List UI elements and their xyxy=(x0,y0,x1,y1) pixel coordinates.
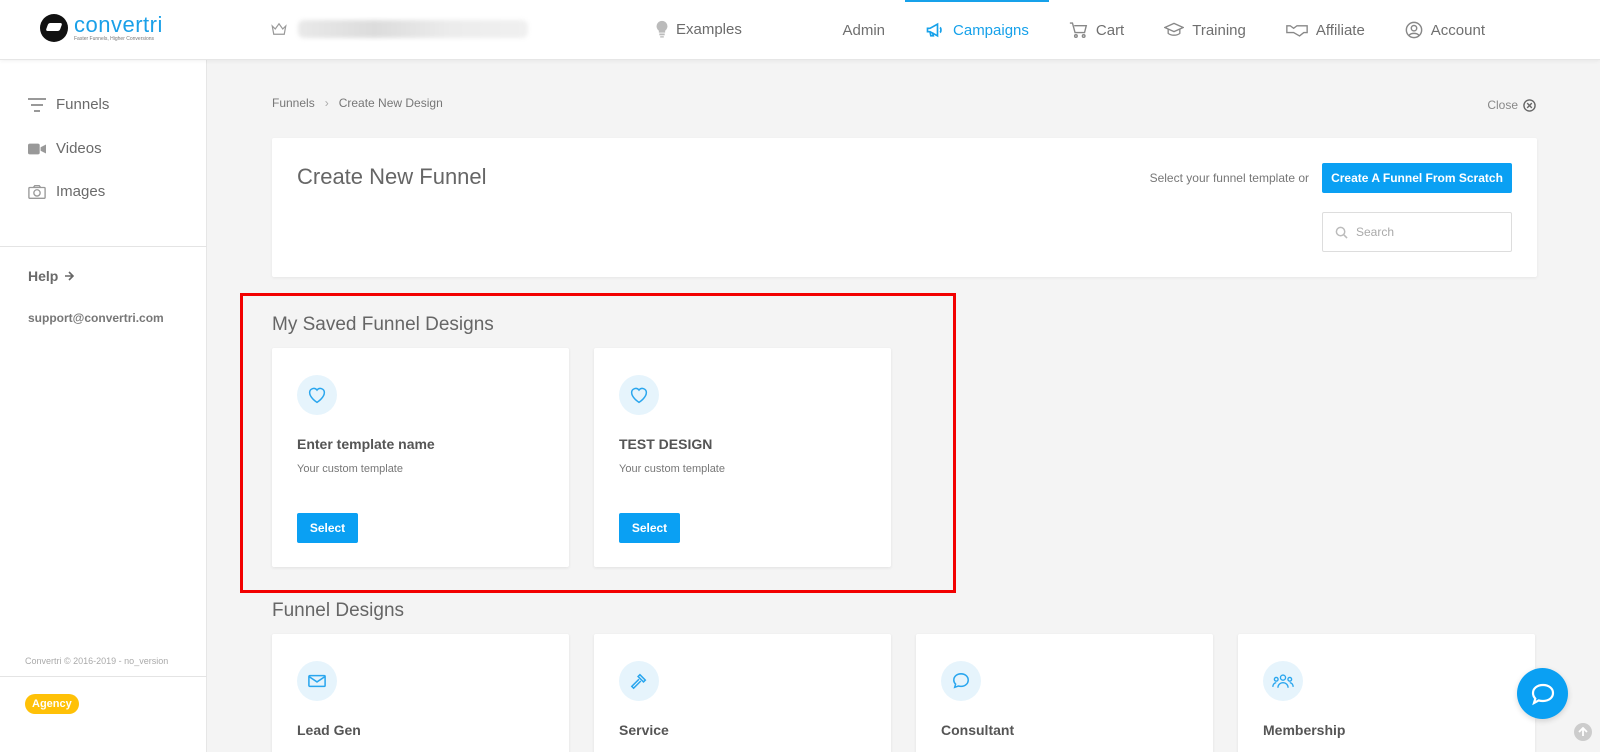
support-email[interactable]: support@convertri.com xyxy=(28,311,164,325)
chevron-right-icon: › xyxy=(324,96,329,110)
examples-link[interactable]: Examples xyxy=(654,20,742,38)
user-circle-icon xyxy=(1405,21,1423,39)
breadcrumb-funnels[interactable]: Funnels xyxy=(272,96,315,110)
help-label: Help xyxy=(28,268,59,284)
close-circle-icon xyxy=(1523,98,1536,112)
nav-admin[interactable]: Admin xyxy=(822,0,905,60)
design-name: Membership xyxy=(1263,722,1346,738)
crown-icon xyxy=(271,22,287,35)
top-bar: convertri Faster Funnels, Higher Convers… xyxy=(0,0,1600,60)
create-from-scratch-button[interactable]: Create A Funnel From Scratch xyxy=(1322,163,1512,193)
plan-badge: Agency xyxy=(25,694,79,714)
arrow-right-icon xyxy=(65,271,75,281)
nav-account-label: Account xyxy=(1430,21,1485,39)
arrow-up-icon xyxy=(1578,727,1588,736)
hammer-icon xyxy=(619,661,659,701)
design-name: Lead Gen xyxy=(297,722,361,738)
chat-icon xyxy=(941,661,981,701)
highlight-box xyxy=(240,293,956,593)
design-card-lead-gen[interactable]: Lead Gen xyxy=(272,634,569,752)
handshake-icon xyxy=(1286,25,1308,37)
scroll-to-top-button[interactable] xyxy=(1574,723,1592,741)
nav-affiliate[interactable]: Affiliate xyxy=(1266,0,1385,60)
megaphone-icon xyxy=(926,22,942,38)
workspace-selector[interactable] xyxy=(270,20,528,38)
nav-cart[interactable]: Cart xyxy=(1049,0,1144,60)
nav-affiliate-label: Affiliate xyxy=(1315,21,1365,39)
lightbulb-icon xyxy=(656,20,668,38)
design-name: Service xyxy=(619,722,669,738)
nav-training-label: Training xyxy=(1192,21,1246,39)
camera-icon xyxy=(28,184,46,199)
chat-bubble-icon xyxy=(1531,683,1554,705)
search-input[interactable] xyxy=(1356,225,1496,239)
template-hint: Select your funnel template or xyxy=(1149,171,1309,185)
sidebar-divider xyxy=(0,676,207,677)
examples-label: Examples xyxy=(676,20,742,38)
design-card-consultant[interactable]: Consultant xyxy=(916,634,1213,752)
sidebar-item-label: Funnels xyxy=(56,96,110,113)
sidebar-divider xyxy=(0,246,207,247)
nav-campaigns[interactable]: Campaigns xyxy=(905,0,1049,60)
logo-mark-icon xyxy=(40,14,68,42)
envelope-icon xyxy=(297,661,337,701)
brand-name: convertri xyxy=(74,11,163,37)
help-link[interactable]: Help xyxy=(28,268,75,284)
sidebar-item-images[interactable]: Images xyxy=(28,183,105,200)
copyright-text: Convertri © 2016-2019 - no_version xyxy=(25,656,169,666)
design-card-service[interactable]: Service xyxy=(594,634,891,752)
page-title: Create New Funnel xyxy=(297,164,487,189)
design-name: Consultant xyxy=(941,722,1015,738)
sidebar: Funnels Videos Images Help support@conve… xyxy=(0,60,207,752)
nav-account[interactable]: Account xyxy=(1385,0,1505,60)
funnel-designs-title: Funnel Designs xyxy=(272,600,405,621)
funnel-icon xyxy=(28,97,46,112)
users-icon xyxy=(1263,661,1303,701)
brand-logo[interactable]: convertri Faster Funnels, Higher Convers… xyxy=(40,11,163,42)
video-icon xyxy=(28,143,46,154)
nav-campaigns-label: Campaigns xyxy=(953,21,1029,39)
cart-icon xyxy=(1069,22,1088,39)
nav-admin-label: Admin xyxy=(842,21,886,39)
search-icon xyxy=(1335,226,1348,239)
sidebar-item-label: Videos xyxy=(56,140,102,157)
sidebar-item-label: Images xyxy=(56,183,106,200)
sidebar-item-funnels[interactable]: Funnels xyxy=(28,96,109,113)
sidebar-item-videos[interactable]: Videos xyxy=(28,140,102,157)
breadcrumb-current: Create New Design xyxy=(338,96,443,110)
main-nav: Admin Campaigns Cart Training Affiliate … xyxy=(822,0,1505,60)
design-card-membership[interactable]: Membership xyxy=(1238,634,1535,752)
brand-tagline: Faster Funnels, Higher Conversions xyxy=(74,35,155,42)
nav-cart-label: Cart xyxy=(1095,21,1125,39)
breadcrumb: Funnels › Create New Design xyxy=(272,96,443,110)
close-label: Close xyxy=(1487,98,1518,112)
search-box xyxy=(1322,212,1512,252)
create-funnel-header: Create New Funnel Select your funnel tem… xyxy=(272,138,1537,277)
nav-training[interactable]: Training xyxy=(1144,0,1266,60)
graduation-cap-icon xyxy=(1164,22,1185,36)
close-button[interactable]: Close xyxy=(1487,98,1536,112)
chat-launcher-button[interactable] xyxy=(1517,668,1568,719)
workspace-name-redacted xyxy=(298,20,528,38)
